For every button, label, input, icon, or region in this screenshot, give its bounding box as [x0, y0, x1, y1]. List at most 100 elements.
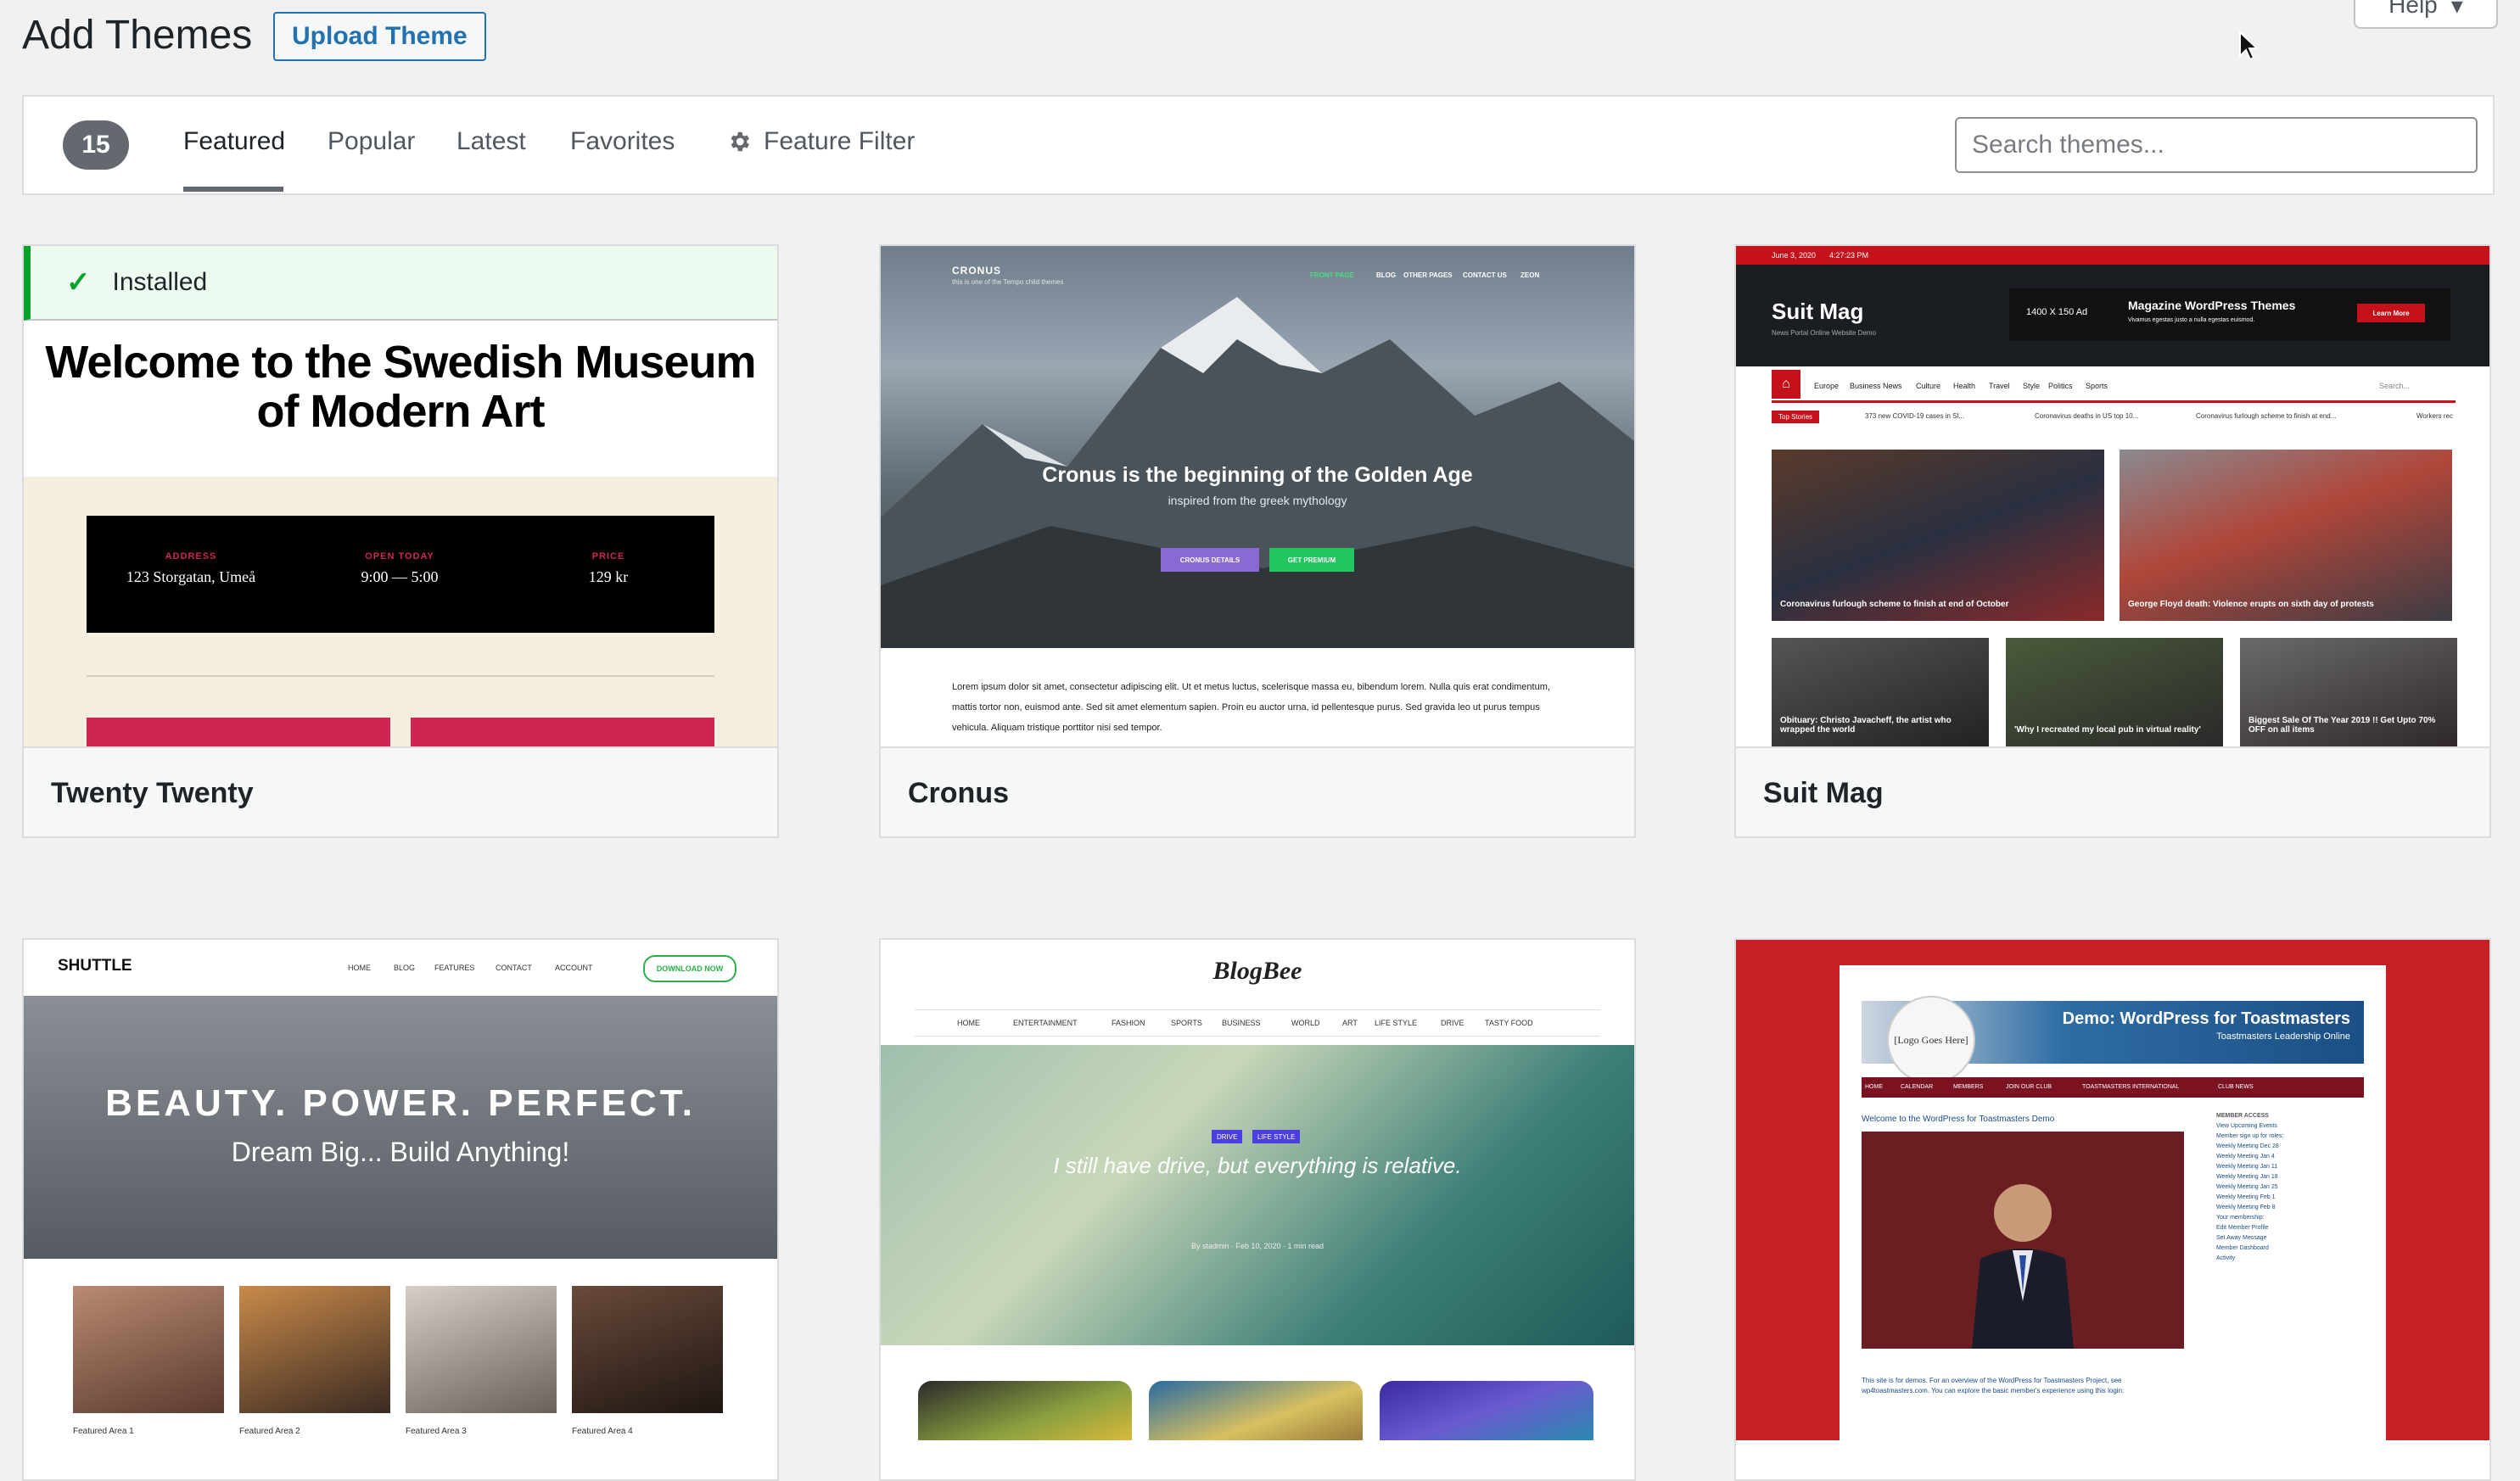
theme-screenshot[interactable]: CRONUS this is one of the Tempo child th…: [881, 246, 1634, 746]
preview-time: 4:27:23 PM: [1829, 251, 1869, 260]
preview-thumbnail: [1149, 1381, 1363, 1440]
theme-screenshot[interactable]: June 3, 2020 4:27:23 PM Suit Mag News Po…: [1736, 246, 2489, 746]
sidebar-link: Member sign up for roles:: [2216, 1133, 2284, 1139]
preview-button: GET PREMIUM: [1269, 548, 1354, 572]
preview-ad-banner: 1400 X 150 Ad Magazine WordPress Themes …: [2009, 288, 2450, 341]
tab-popular[interactable]: Popular: [328, 127, 415, 156]
sidebar-link: Your membership:: [2216, 1215, 2265, 1221]
ad-size: 1400 X 150 Ad: [2026, 307, 2088, 317]
preview-nav-item: LIFE STYLE: [1375, 1019, 1418, 1027]
story-image: George Floyd death: Violence erupts on s…: [2120, 450, 2452, 621]
ticker-item: Coronavirus deaths in US top 10...: [2035, 412, 2139, 420]
preview-nav-item: Health: [1953, 382, 1976, 390]
preview-meta: By stadmin · Feb 10, 2020 · 1 min read: [1190, 1242, 1324, 1250]
featured-image: [572, 1286, 723, 1413]
mouse-cursor-icon: [2239, 31, 2259, 61]
preview-date: June 3, 2020: [1772, 251, 1817, 260]
preview-nav: HOME CALENDAR MEMBERS JOIN OUR CLUB TOAS…: [1862, 1077, 2364, 1098]
sidebar-link: Activity: [2216, 1255, 2236, 1261]
preview-nav-item: SPORTS: [1171, 1019, 1202, 1027]
preview-logo: Suit Mag: [1772, 299, 1864, 324]
preview-nav-item: OTHER PAGES: [1403, 271, 1453, 279]
preview-subheadline: Dream Big... Build Anything!: [231, 1137, 570, 1167]
preview-block: [87, 718, 390, 746]
preview-nav-item: FASHION: [1112, 1019, 1145, 1027]
preview-nav-item: CLUB NEWS: [2218, 1084, 2254, 1090]
feature-filter-label: Feature Filter: [764, 127, 916, 155]
story-title: George Floyd death: Violence erupts on s…: [2128, 600, 2374, 609]
mountain-image: [881, 297, 1634, 648]
sidebar-link: Weekly Meeting Feb 8: [2216, 1204, 2276, 1210]
preview-nav-item: ART: [1342, 1019, 1358, 1027]
theme-name: Twenty Twenty: [51, 777, 254, 809]
search-themes-input[interactable]: [1955, 117, 2478, 173]
theme-name-bar: Cronus: [881, 746, 1634, 836]
story-title: 'Why I recreated my local pub in virtual…: [2014, 725, 2201, 735]
gear-icon: [731, 131, 749, 152]
ad-subtitle: Vivamus egestas justo a nulla egestas eu…: [2128, 317, 2255, 323]
sidebar-link: Edit Member Profile: [2216, 1225, 2269, 1231]
divider: [87, 675, 714, 677]
sidebar-link: View Upcoming Events: [2216, 1123, 2277, 1129]
preview-nav-item: CONTACT: [496, 964, 532, 972]
preview-headline: Welcome to the Swedish Museum of Modern …: [45, 337, 756, 437]
story-title: Coronavirus furlough scheme to finish at…: [1780, 600, 2009, 609]
help-button[interactable]: Help ▾: [2354, 0, 2498, 29]
preview-nav-item: TOASTMASTERS INTERNATIONAL: [2082, 1084, 2180, 1090]
preview-nav: ⌂ Europe Business News Culture Health Tr…: [1772, 366, 2456, 403]
featured-image: [73, 1286, 224, 1413]
theme-card-blogbee[interactable]: BlogBee HOME ENTERTAINMENT FASHION SPORT…: [879, 938, 1636, 1481]
theme-card-shuttle[interactable]: SHUTTLE HOME BLOG FEATURES CONTACT ACCOU…: [22, 938, 779, 1481]
tab-featured[interactable]: Featured: [183, 127, 285, 156]
preview-info-box: ADDRESS 123 Storgatan, Umeå OPEN TODAY 9:0…: [87, 516, 714, 633]
preview-thumbnail: [918, 1381, 1132, 1440]
featured-caption: Featured Area 3: [406, 1427, 467, 1436]
info-label: OPEN TODAY: [365, 551, 434, 562]
theme-name: Cronus: [908, 777, 1009, 809]
theme-screenshot[interactable]: [Logo Goes Here] Demo: WordPress for Toa…: [1736, 940, 2489, 1440]
theme-card-suit-mag[interactable]: June 3, 2020 4:27:23 PM Suit Mag News Po…: [1734, 244, 2491, 838]
theme-name-bar: Suit Mag: [1736, 746, 2489, 836]
theme-screenshot[interactable]: ✓ Installed Welcome to the Swedish Museu…: [24, 246, 777, 746]
ticker-item: 373 new COVID-19 cases in Sl...: [1865, 412, 1964, 420]
preview-hero: [24, 996, 777, 1259]
theme-card-cronus[interactable]: CRONUS this is one of the Tempo child th…: [879, 244, 1636, 838]
theme-screenshot[interactable]: BlogBee HOME ENTERTAINMENT FASHION SPORT…: [881, 940, 1634, 1440]
preview-nav-item: HOME: [1865, 1084, 1883, 1090]
preview-nav-item: HOME: [348, 964, 371, 972]
preview-nav-item: ZEON: [1520, 271, 1540, 279]
preview-block: [411, 718, 714, 746]
preview-note: This site is for demos. For an overview …: [1862, 1377, 2125, 1394]
preview-logo-sub: News Portal Online Website Demo: [1772, 329, 1877, 337]
theme-screenshot[interactable]: SHUTTLE HOME BLOG FEATURES CONTACT ACCOU…: [24, 940, 777, 1440]
help-label: Help: [2388, 0, 2438, 18]
preview-topbar: June 3, 2020 4:27:23 PM: [1736, 246, 2489, 265]
feature-filter-button[interactable]: Feature Filter: [726, 127, 915, 156]
theme-card-toastmasters[interactable]: [Logo Goes Here] Demo: WordPress for Toa…: [1734, 938, 2491, 1481]
upload-theme-button[interactable]: Upload Theme: [273, 12, 486, 61]
theme-count-badge: 15: [63, 120, 129, 170]
preview-hero: [881, 1045, 1634, 1345]
preview-nav-item: BUSINESS: [1222, 1019, 1261, 1027]
theme-card-twenty-twenty[interactable]: ✓ Installed Welcome to the Swedish Museu…: [22, 244, 779, 838]
sidebar-link: Weekly Meeting Feb 1: [2216, 1194, 2276, 1200]
preview-logo: CRONUS: [952, 265, 1002, 277]
preview-tagline: inspired from the greek mythology: [1168, 494, 1347, 507]
tab-favorites[interactable]: Favorites: [570, 127, 675, 156]
speaker-photo: [1862, 1132, 2184, 1349]
sidebar-link: Set Away Message: [2216, 1235, 2267, 1241]
preview-nav-item: DRIVE: [1441, 1019, 1464, 1027]
preview-nav-item: WORLD: [1291, 1019, 1320, 1027]
featured-image: [406, 1286, 557, 1413]
preview-nav-item: TASTY FOOD: [1485, 1019, 1533, 1027]
theme-filter-bar: 15 Featured Popular Latest Favorites Fea…: [22, 95, 2495, 195]
featured-caption: Featured Area 1: [73, 1427, 134, 1436]
tab-latest[interactable]: Latest: [456, 127, 526, 156]
preview-nav-item: Style: [2023, 382, 2041, 390]
info-value: 9:00 — 5:00: [361, 568, 439, 585]
info-value: 123 Storgatan, Umeå: [126, 568, 256, 585]
page-title: Add Themes: [22, 13, 253, 58]
preview-logo: [Logo Goes Here]: [1887, 996, 1975, 1084]
installed-notice: ✓ Installed: [24, 246, 777, 321]
sidebar-link: Weekly Meeting Jan 25: [2216, 1184, 2278, 1190]
